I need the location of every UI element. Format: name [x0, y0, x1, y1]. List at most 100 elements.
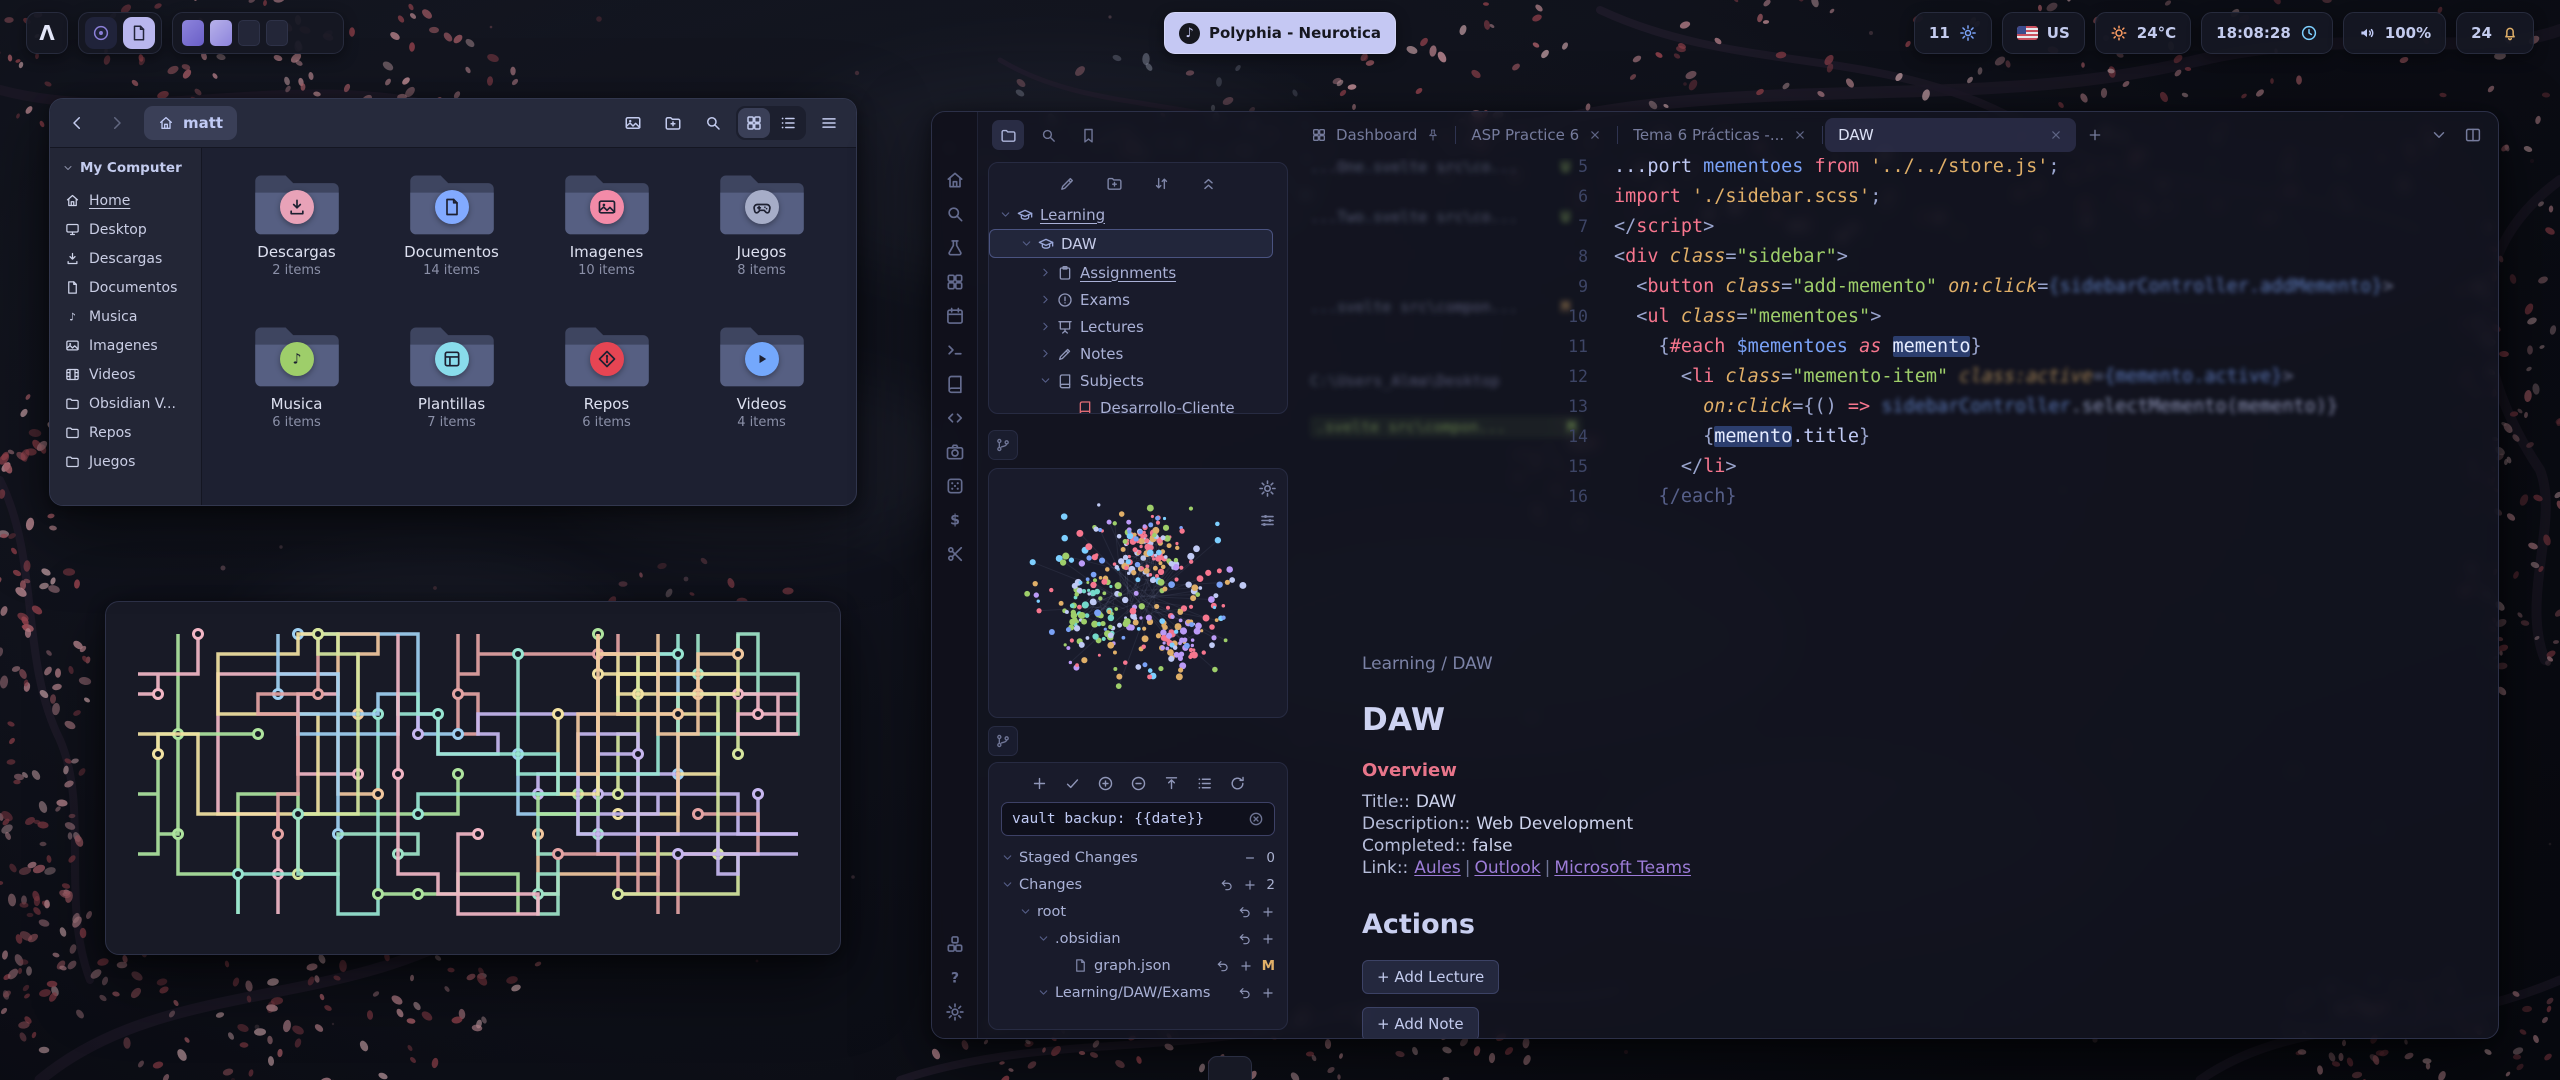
notes-button[interactable] — [123, 17, 155, 49]
back-button[interactable] — [60, 106, 94, 140]
search-button[interactable] — [696, 106, 730, 140]
workspace-tile-4[interactable] — [266, 20, 288, 46]
workspaces-pill[interactable] — [172, 12, 344, 54]
git-row-staged-changes[interactable]: Staged Changes0 — [989, 844, 1287, 871]
note-link-microsoft-teams[interactable]: Microsoft Teams — [1554, 858, 1691, 878]
sidebar-item-descargas[interactable]: Descargas — [56, 244, 195, 273]
ribbon-settings-icon[interactable] — [945, 1002, 965, 1022]
launcher-menu-button[interactable] — [85, 17, 117, 49]
status-volume[interactable]: 100% — [2343, 12, 2446, 54]
git-plus-icon[interactable] — [1239, 959, 1253, 973]
preview-toggle-button[interactable] — [616, 106, 650, 140]
git-undo-icon[interactable] — [1238, 986, 1252, 1000]
ribbon-canvas-icon[interactable] — [945, 272, 965, 292]
new-note-icon[interactable] — [1059, 175, 1076, 192]
sidebar-item-juegos[interactable]: Juegos — [56, 447, 195, 476]
git-unstage-all-icon[interactable] — [1130, 775, 1147, 792]
folder-musica[interactable]: ♪Musica6 items — [220, 314, 373, 466]
git-stage-all-icon[interactable] — [1097, 775, 1114, 792]
ribbon-home-icon[interactable] — [945, 170, 965, 190]
note-editor[interactable]: ...One.svelte src\co...U...Two.svelte sr… — [1298, 158, 2498, 1038]
ribbon-currency-icon[interactable]: $ — [945, 510, 965, 530]
git-panel-icon[interactable] — [988, 726, 1018, 756]
collapse-all-icon[interactable] — [1200, 175, 1217, 192]
sidebar-section-title[interactable]: My Computer — [56, 156, 195, 186]
commit-message-input[interactable]: vault backup: {{date}} — [1001, 802, 1275, 836]
folder-descargas[interactable]: Descargas2 items — [220, 162, 373, 314]
git-row-obsidian[interactable]: .obsidian — [989, 925, 1287, 952]
git-commit-icon[interactable] — [1064, 775, 1081, 792]
git-undo-icon[interactable] — [1216, 959, 1230, 973]
close-tab-icon[interactable] — [2049, 128, 2063, 142]
tree-item-daw[interactable]: DAW — [989, 229, 1273, 258]
git-plus-icon[interactable] — [1261, 986, 1275, 1000]
sidebar-item-musica[interactable]: ♪Musica — [56, 302, 195, 331]
status-keyboard-layout[interactable]: US — [2002, 12, 2085, 54]
tree-item-subjects[interactable]: Subjects — [989, 367, 1287, 394]
split-editor-icon[interactable] — [2464, 126, 2482, 144]
tree-item-assignments[interactable]: Assignments — [989, 259, 1287, 286]
ribbon-search-icon[interactable] — [945, 204, 965, 224]
ribbon-daily-note-icon[interactable] — [945, 306, 965, 326]
graph-panel-icon[interactable] — [988, 430, 1018, 460]
tab-asp-practice-6[interactable]: ASP Practice 6 — [1458, 118, 1615, 152]
ribbon-terminal-icon[interactable] — [945, 340, 965, 360]
list-view-button[interactable] — [772, 108, 804, 138]
close-tab-icon[interactable] — [1793, 128, 1807, 142]
status-notifications[interactable]: 24 — [2456, 12, 2534, 54]
new-folder-icon[interactable] — [1106, 175, 1123, 192]
git-push-icon[interactable] — [1163, 775, 1180, 792]
note-link-outlook[interactable]: Outlook — [1474, 858, 1540, 878]
folder-imagenes[interactable]: Imagenes10 items — [530, 162, 683, 314]
new-tab-button[interactable] — [2080, 120, 2110, 150]
workspace-tile-1[interactable] — [182, 20, 204, 46]
status-weather[interactable]: 24°C — [2095, 12, 2191, 54]
graph-view-panel[interactable] — [988, 468, 1288, 718]
ribbon-random-note-icon[interactable] — [945, 476, 965, 496]
graph-settings-icon[interactable] — [1258, 479, 1277, 498]
sidebar-item-repos[interactable]: Repos — [56, 418, 195, 447]
close-tab-icon[interactable] — [1588, 128, 1602, 142]
git-plus-icon[interactable] — [1261, 932, 1275, 946]
add-lecture-button[interactable]: + Add Lecture — [1362, 960, 1499, 994]
launcher-button[interactable]: Λ — [26, 12, 68, 54]
git-undo-icon[interactable] — [1220, 878, 1234, 892]
ribbon-help-icon[interactable]: ? — [945, 968, 965, 988]
breadcrumb[interactable]: matt — [144, 106, 237, 140]
folder-videos[interactable]: Videos4 items — [685, 314, 838, 466]
git-row-learning-daw-exams[interactable]: Learning/DAW/Exams — [989, 979, 1287, 1006]
workspace-tile-3[interactable] — [238, 20, 260, 46]
media-pill[interactable]: ♪ Polyphia - Neurotica — [1164, 12, 1396, 54]
status-clock[interactable]: 18:08:28 — [2201, 12, 2333, 54]
tree-item-desarrollo-cliente[interactable]: Desarrollo-Cliente — [989, 394, 1287, 414]
sidebar-item-home[interactable]: Home — [56, 186, 195, 215]
git-row-root[interactable]: root — [989, 898, 1287, 925]
folder-plantillas[interactable]: Plantillas7 items — [375, 314, 528, 466]
sidebar-item-documentos[interactable]: Documentos — [56, 273, 195, 302]
git-change-layout-icon[interactable] — [1196, 775, 1213, 792]
grid-view-button[interactable] — [738, 108, 770, 138]
add-note-button[interactable]: + Add Note — [1362, 1007, 1479, 1038]
git-refresh-icon[interactable] — [1229, 775, 1246, 792]
panel-tab-bookmarks[interactable] — [1072, 120, 1104, 150]
note-link-aules[interactable]: Aules — [1414, 858, 1460, 878]
ribbon-flask-icon[interactable] — [945, 238, 965, 258]
git-plus-icon[interactable] — [1243, 878, 1257, 892]
panel-tab-files[interactable] — [992, 120, 1024, 150]
folder-documentos[interactable]: Documentos14 items — [375, 162, 528, 314]
panel-tab-search[interactable] — [1032, 120, 1064, 150]
git-plus-icon[interactable] — [1261, 905, 1275, 919]
sidebar-item-obsidian-v[interactable]: Obsidian V... — [56, 389, 195, 418]
sidebar-item-desktop[interactable]: Desktop — [56, 215, 195, 244]
ribbon-code-icon[interactable] — [945, 408, 965, 428]
menu-button[interactable] — [812, 106, 846, 140]
folder-juegos[interactable]: Juegos8 items — [685, 162, 838, 314]
sort-order-icon[interactable] — [1153, 175, 1170, 192]
graph-filters-icon[interactable] — [1258, 511, 1277, 530]
tree-item-lectures[interactable]: Lectures — [989, 313, 1287, 340]
git-undo-icon[interactable] — [1238, 932, 1252, 946]
sidebar-item-videos[interactable]: Videos — [56, 360, 195, 389]
ribbon-snippets-icon[interactable] — [945, 544, 965, 564]
git-minus-icon[interactable] — [1243, 851, 1257, 865]
workspace-tile-2[interactable] — [210, 20, 232, 46]
